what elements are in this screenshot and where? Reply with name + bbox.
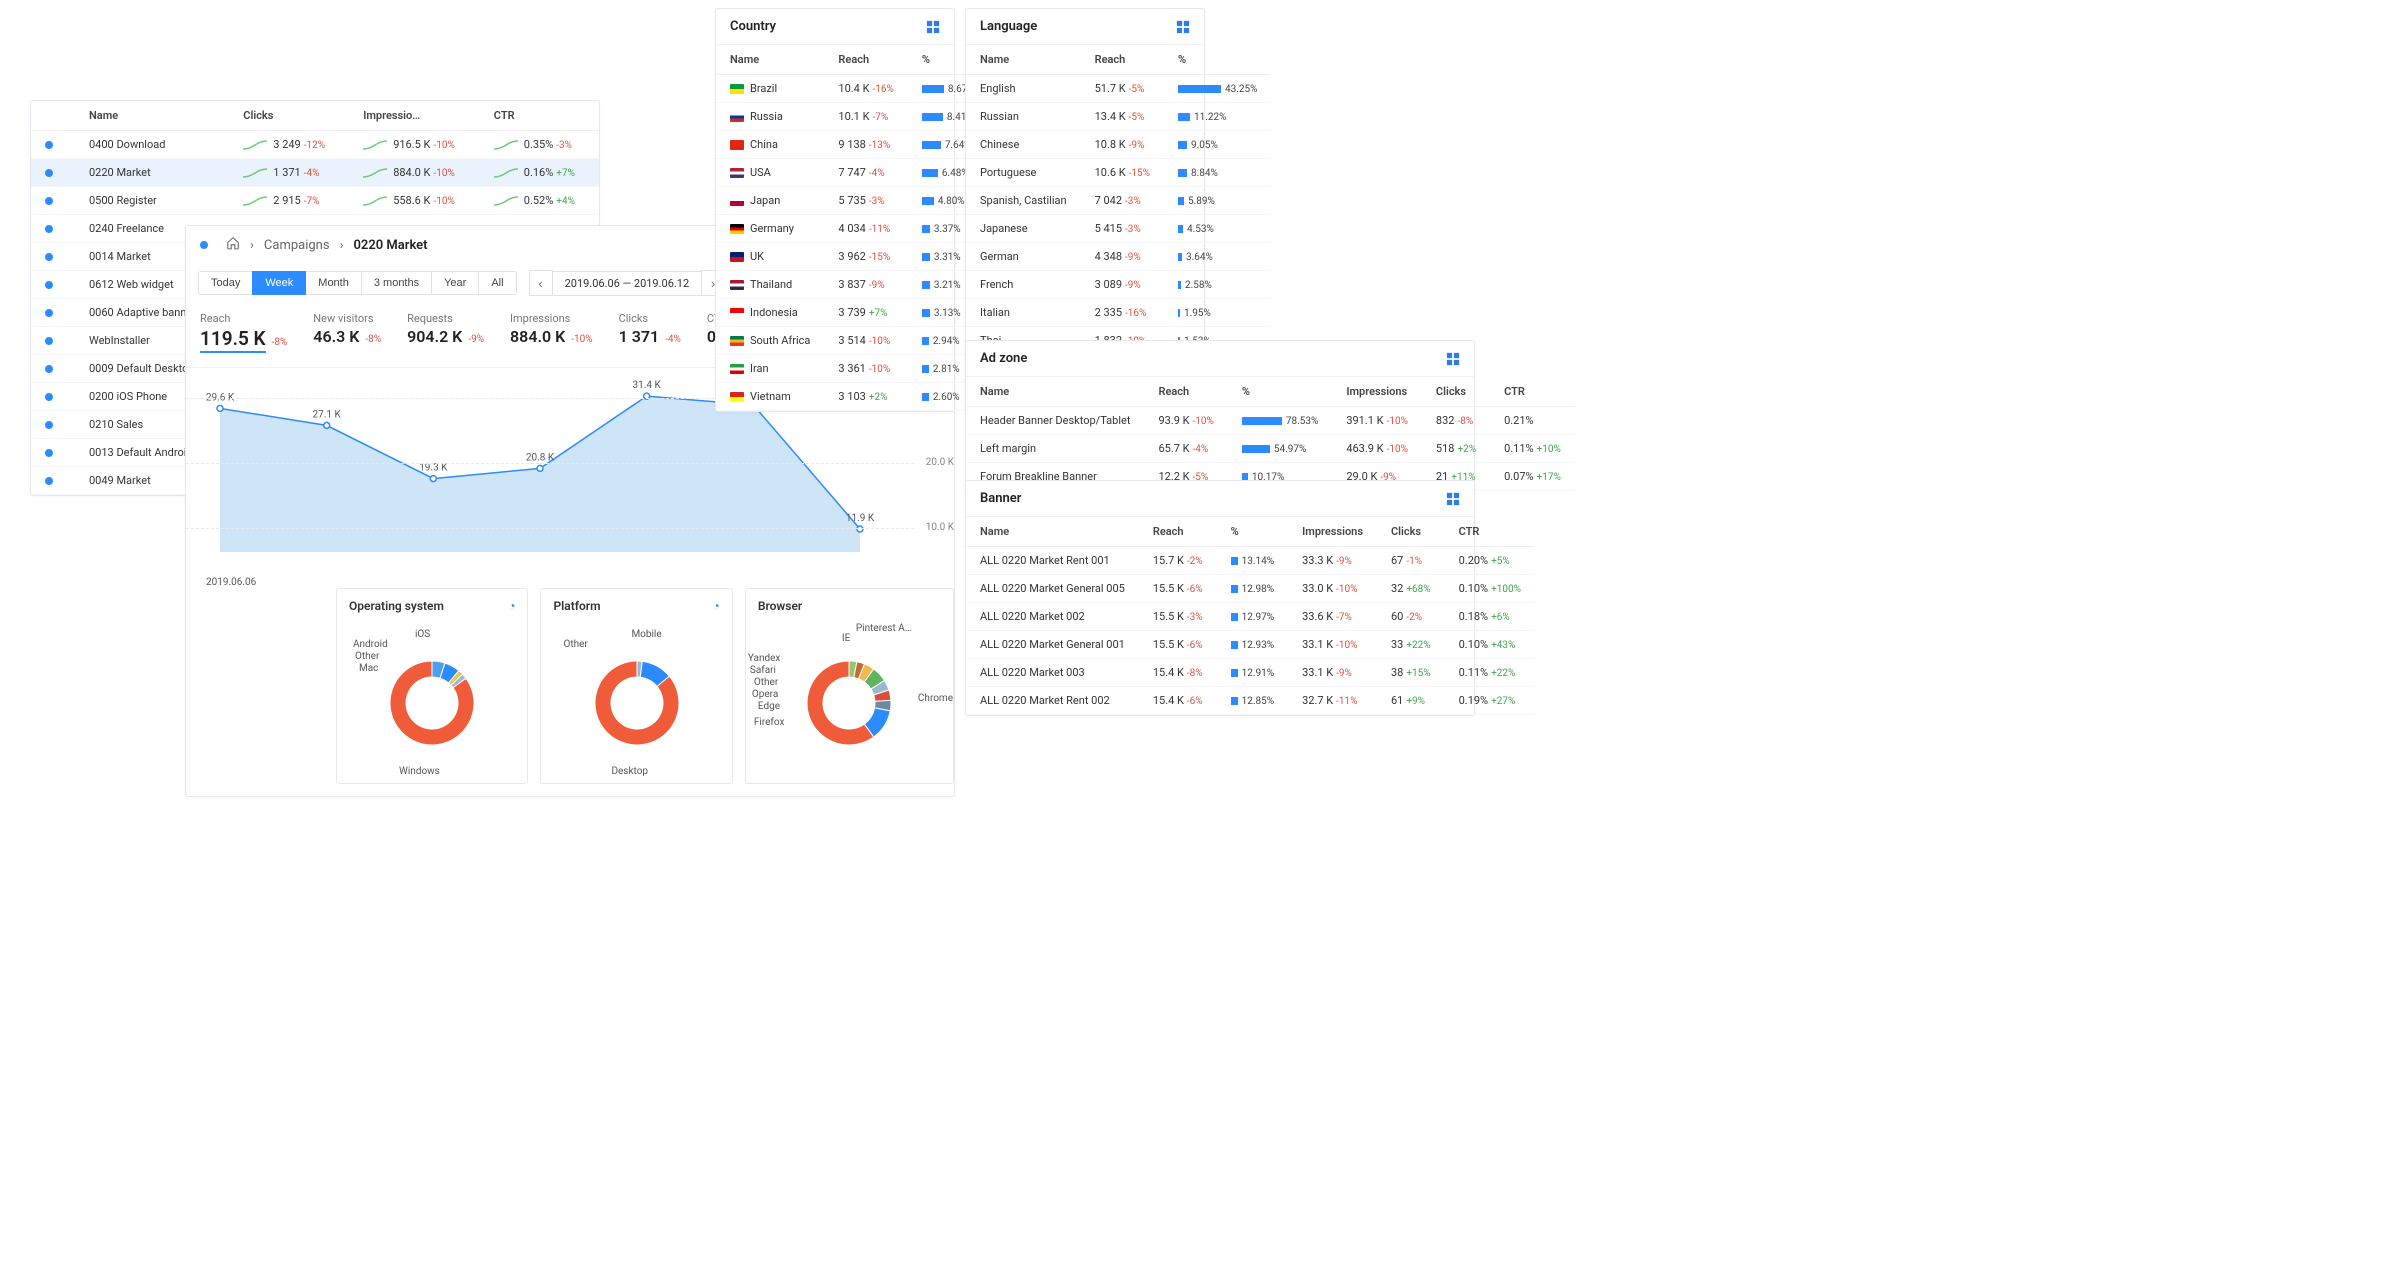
grid-icon[interactable]	[1446, 352, 1460, 366]
table-row[interactable]: Spanish, Castilian7 042-3%5.89%	[966, 187, 1271, 215]
kpi-reach[interactable]: Reach 119.5 K -8%	[200, 312, 287, 353]
home-icon[interactable]	[226, 236, 240, 254]
status-dot	[45, 197, 53, 205]
table-row[interactable]: Portuguese10.6 K-15%8.84%	[966, 159, 1271, 187]
range-all[interactable]: All	[478, 271, 516, 295]
status-dot	[45, 225, 53, 233]
status-dot	[45, 421, 53, 429]
status-dot	[200, 241, 208, 249]
language-title: Language	[980, 19, 1037, 34]
range-year[interactable]: Year	[431, 271, 479, 295]
table-row[interactable]: USA7 747-4%6.48%	[716, 159, 989, 187]
date-range[interactable]: 2019.06.06 — 2019.06.12	[552, 271, 703, 296]
table-row[interactable]: Japan5 735-3%4.80%	[716, 187, 989, 215]
table-row[interactable]: Russian13.4 K-5%11.22%	[966, 103, 1271, 131]
cell-name: 0500 Register	[75, 187, 229, 215]
x-axis-label: 2019.06.06	[206, 577, 256, 588]
grid-icon[interactable]	[926, 20, 940, 34]
table-row[interactable]: ALL 0220 Market Rent 00115.7 K-2%13.14%3…	[966, 547, 1535, 575]
status-dot	[45, 449, 53, 457]
country-panel: Country Name Reach % Brazil10.4 K-16%8.6…	[715, 8, 955, 412]
table-row[interactable]: English51.7 K-5%43.25%	[966, 75, 1271, 103]
range-week[interactable]: Week	[252, 271, 306, 295]
th-name[interactable]: Name	[75, 101, 229, 131]
status-dot	[45, 141, 53, 149]
platform-card: Platform ◔ OtherMobileDesktop	[540, 588, 732, 784]
table-row[interactable]: ALL 0220 Market General 00115.5 K-6%12.9…	[966, 631, 1535, 659]
country-title: Country	[730, 19, 776, 34]
table-row[interactable]: 0220 Market1 371-4%884.0 K-10%0.16%+7%	[31, 159, 599, 187]
table-row[interactable]: Iran3 361-10%2.81%	[716, 355, 989, 383]
table-row[interactable]: ALL 0220 Market 00315.4 K-8%12.91%33.1 K…	[966, 659, 1535, 687]
banner-title: Banner	[980, 491, 1021, 506]
toggle-icon[interactable]: ◔	[508, 599, 515, 613]
table-row[interactable]: China9 138-13%7.64%	[716, 131, 989, 159]
grid-icon[interactable]	[1446, 492, 1460, 506]
toggle-icon[interactable]: ◔	[713, 599, 720, 613]
svg-text:27.1 K: 27.1 K	[313, 409, 342, 420]
os-card: Operating system ◔ AndroidiOSOtherMacWin…	[336, 588, 528, 784]
grid-icon[interactable]	[1176, 20, 1190, 34]
cell-name: 0400 Download	[75, 131, 229, 159]
svg-text:11.9 K: 11.9 K	[846, 513, 875, 524]
status-dot	[45, 169, 53, 177]
table-row[interactable]: Indonesia3 739+7%3.13%	[716, 299, 989, 327]
banner-panel: Banner NameReach%ImpressionsClicksCTRALL…	[965, 480, 1475, 716]
status-dot	[45, 365, 53, 373]
kpi-requests[interactable]: Requests 904.2 K -9%	[407, 312, 484, 353]
table-row[interactable]: Header Banner Desktop/Tablet93.9 K-10%78…	[966, 407, 1575, 435]
status-dot	[45, 281, 53, 289]
status-dot	[45, 393, 53, 401]
bc-campaigns[interactable]: Campaigns	[264, 238, 330, 253]
status-dot	[45, 253, 53, 261]
range-today[interactable]: Today	[198, 271, 253, 295]
browser-card: Browser YandexIEPinterest A…SafariOtherO…	[745, 588, 954, 784]
adzone-title: Ad zone	[980, 351, 1027, 366]
svg-text:20.8 K: 20.8 K	[526, 452, 555, 463]
table-row[interactable]: Thailand3 837-9%3.21%	[716, 271, 989, 299]
table-row[interactable]: Italian2 335-16%1.95%	[966, 299, 1271, 327]
th-impr[interactable]: Impressio…	[349, 101, 480, 131]
table-row[interactable]: Brazil10.4 K-16%8.67%	[716, 75, 989, 103]
range-month[interactable]: Month	[305, 271, 362, 295]
table-row[interactable]: German4 348-9%3.64%	[966, 243, 1271, 271]
status-dot	[45, 477, 53, 485]
table-row[interactable]: Vietnam3 103+2%2.60%	[716, 383, 989, 411]
table-row[interactable]: Chinese10.8 K-9%9.05%	[966, 131, 1271, 159]
table-row[interactable]: Russia10.1 K-7%8.41%	[716, 103, 989, 131]
cell-name: 0220 Market	[75, 159, 229, 187]
svg-text:31.4 K: 31.4 K	[633, 380, 662, 391]
th-ctr[interactable]: CTR	[480, 101, 599, 131]
kpi-new-visitors[interactable]: New visitors 46.3 K -8%	[313, 312, 381, 353]
table-row[interactable]: 0500 Register2 915-7%558.6 K-10%0.52%+4%	[31, 187, 599, 215]
table-row[interactable]: South Africa3 514-10%2.94%	[716, 327, 989, 355]
table-row[interactable]: Japanese5 415-3%4.53%	[966, 215, 1271, 243]
svg-text:19.3 K: 19.3 K	[419, 463, 448, 474]
kpi-clicks[interactable]: Clicks 1 371 -4%	[619, 312, 681, 353]
table-row[interactable]: Germany4 034-11%3.37%	[716, 215, 989, 243]
bc-current: 0220 Market	[353, 238, 427, 253]
th-clicks[interactable]: Clicks	[229, 101, 349, 131]
status-dot	[45, 337, 53, 345]
platform-title: Platform	[553, 599, 600, 613]
table-row[interactable]: French3 089-9%2.58%	[966, 271, 1271, 299]
table-row[interactable]: Left margin65.7 K-4%54.97%463.9 K-10%518…	[966, 435, 1575, 463]
status-dot	[45, 309, 53, 317]
adzone-panel: Ad zone NameReach%ImpressionsClicksCTRHe…	[965, 340, 1475, 492]
browser-title: Browser	[758, 599, 802, 613]
os-title: Operating system	[349, 599, 444, 613]
range-3months[interactable]: 3 months	[361, 271, 432, 295]
table-row[interactable]: UK3 962-15%3.31%	[716, 243, 989, 271]
date-prev-button[interactable]: ‹	[529, 270, 553, 296]
table-row[interactable]: ALL 0220 Market General 00515.5 K-6%12.9…	[966, 575, 1535, 603]
table-row[interactable]: ALL 0220 Market 00215.5 K-3%12.97%33.6 K…	[966, 603, 1535, 631]
table-row[interactable]: ALL 0220 Market Rent 00215.4 K-6%12.85%3…	[966, 687, 1535, 715]
table-row[interactable]: 0400 Download3 249-12%916.5 K-10%0.35%-3…	[31, 131, 599, 159]
kpi-impressions[interactable]: Impressions 884.0 K -10%	[510, 312, 593, 353]
